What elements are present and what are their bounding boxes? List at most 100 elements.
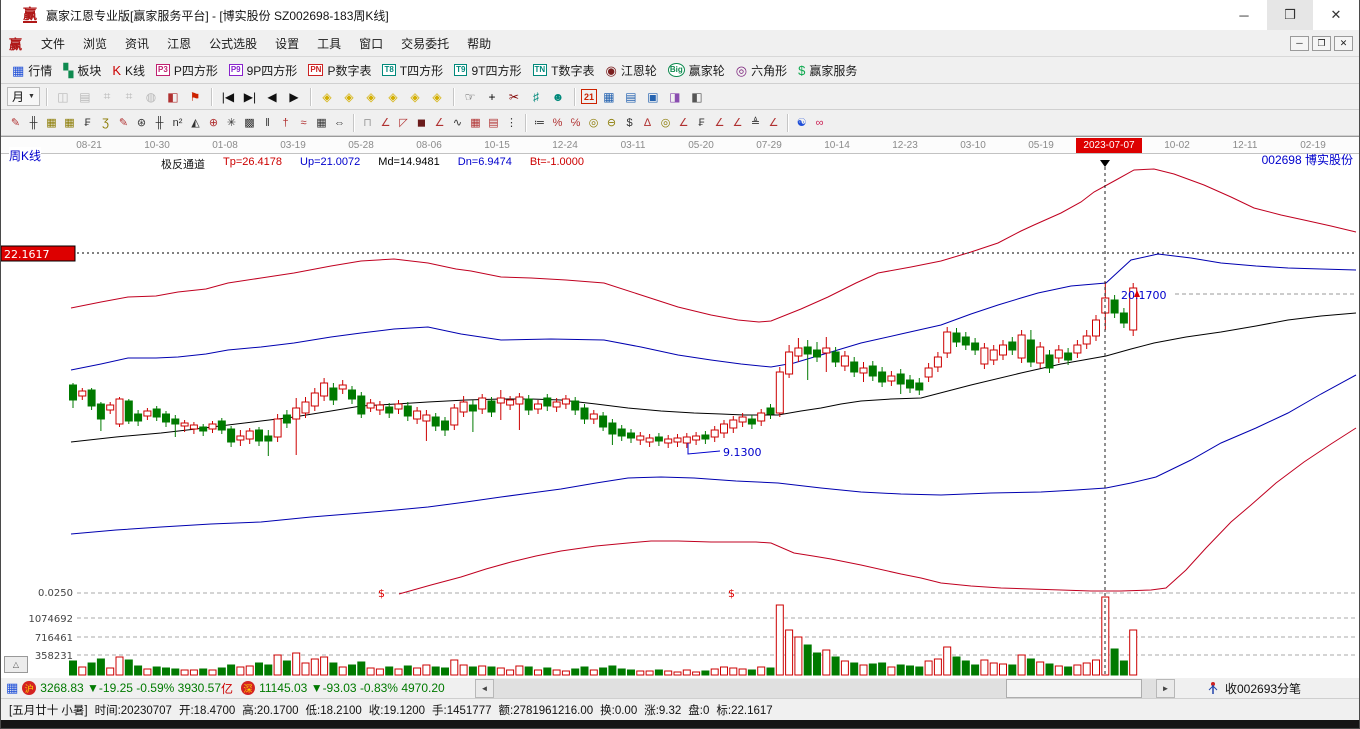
draw-tool-icon[interactable]: ⊓ xyxy=(359,114,376,131)
analysis-icon[interactable]: ◧ xyxy=(163,87,183,106)
hand-tool-icon[interactable]: ☞ xyxy=(460,87,480,106)
notes-icon[interactable]: ▤ xyxy=(621,87,641,106)
draw-tool-icon[interactable]: ℅ xyxy=(567,114,584,131)
draw-tool-icon[interactable]: ▦ xyxy=(313,114,330,131)
close-button[interactable]: ✕ xyxy=(1313,0,1359,30)
print-icon[interactable]: ◧ xyxy=(687,87,707,106)
first-bar-button[interactable]: |◀ xyxy=(218,87,238,106)
toolbar-button-9P四方形[interactable]: P9 9P四方形 xyxy=(224,60,302,81)
toolbar-button-K线[interactable]: K K线 xyxy=(107,60,150,81)
draw-tool-icon[interactable]: ✎ xyxy=(7,114,24,131)
gann-diamond-icon[interactable]: ◈ xyxy=(405,87,425,106)
minimize-button[interactable]: ─ xyxy=(1221,0,1267,30)
menu-交易委托[interactable]: 交易委托 xyxy=(392,32,458,55)
draw-tool-icon[interactable]: ǁ xyxy=(259,114,276,131)
draw-tool-icon[interactable]: ∠ xyxy=(431,114,448,131)
gann-diamond-icon[interactable]: ◈ xyxy=(383,87,403,106)
horizontal-scrollbar[interactable]: ◄ ► xyxy=(475,679,1175,698)
menu-设置[interactable]: 设置 xyxy=(266,32,308,55)
kline-chart-pane[interactable]: 08-21 10-30 01-08 03-19 05-28 08-06 10-15 12-24… xyxy=(1,136,1359,678)
draw-tool-icon[interactable]: ∿ xyxy=(449,114,466,131)
menu-资讯[interactable]: 资讯 xyxy=(116,32,158,55)
maximize-button[interactable]: ❒ xyxy=(1267,0,1313,30)
draw-tool-icon[interactable]: ≈ xyxy=(295,114,312,131)
draw-tool-icon[interactable]: ⊛ xyxy=(133,114,150,131)
grid-tool-icon[interactable]: ♯ xyxy=(526,87,546,106)
toolbar-button-行情[interactable]: ▦ 行情 xyxy=(7,60,57,81)
menu-文件[interactable]: 文件 xyxy=(32,32,74,55)
tick-feed[interactable]: 收002693分笔 xyxy=(1207,678,1301,698)
last-bar-button[interactable]: ▶| xyxy=(240,87,260,106)
draw-tool-icon[interactable]: % xyxy=(549,114,566,131)
crosshair-tool-icon[interactable]: + xyxy=(482,87,502,106)
draw-tool-icon[interactable]: n² xyxy=(169,114,186,131)
quote-grid-icon[interactable]: ▦ xyxy=(6,680,18,696)
gann-diamond-icon[interactable]: ◈ xyxy=(317,87,337,106)
draw-tool-icon[interactable]: ∆ xyxy=(639,114,656,131)
draw-tool-icon[interactable]: ▩ xyxy=(241,114,258,131)
cut-tool-icon[interactable]: ✂ xyxy=(504,87,524,106)
month-period-button[interactable]: 月 ▼ xyxy=(7,87,40,106)
draw-tool-icon[interactable]: ✎ xyxy=(115,114,132,131)
draw-tool-icon[interactable]: ◎ xyxy=(585,114,602,131)
draw-tool-icon[interactable]: ₣ xyxy=(79,114,96,131)
draw-tool-icon[interactable]: ⋮ xyxy=(503,114,520,131)
draw-tool-icon[interactable]: ∠ xyxy=(765,114,782,131)
menu-工具[interactable]: 工具 xyxy=(308,32,350,55)
scroll-right-button[interactable]: ► xyxy=(1156,679,1175,698)
draw-tool-icon[interactable]: Ʒ xyxy=(97,114,114,131)
toolbar-button-赢家轮[interactable]: Big 赢家轮 xyxy=(663,60,730,81)
mdi-restore-button[interactable]: ❐ xyxy=(1312,35,1331,51)
draw-tool-icon[interactable]: $ xyxy=(621,114,638,131)
draw-tool-icon[interactable]: ▦ xyxy=(467,114,484,131)
draw-tool-icon[interactable]: ▦ xyxy=(61,114,78,131)
mail-icon[interactable]: ◨ xyxy=(665,87,685,106)
shanghai-index[interactable]: 沪 3268.83 ▼-19.25 -0.59% 3930.57 亿 xyxy=(22,680,233,697)
draw-tool-icon[interactable]: ∠ xyxy=(377,114,394,131)
draw-tool-icon[interactable]: ✳ xyxy=(223,114,240,131)
draw-tool-icon[interactable]: ╫ xyxy=(151,114,168,131)
draw-tool-icon[interactable]: † xyxy=(277,114,294,131)
menu-浏览[interactable]: 浏览 xyxy=(74,32,116,55)
toolbar-button-赢家服务[interactable]: $ 赢家服务 xyxy=(793,60,862,81)
draw-tool-icon[interactable]: ◸ xyxy=(395,114,412,131)
draw-tool-icon[interactable]: ∠ xyxy=(675,114,692,131)
draw-tool-icon[interactable]: ⊖ xyxy=(603,114,620,131)
gann-diamond-icon[interactable]: ◈ xyxy=(427,87,447,106)
collapse-volume-button[interactable]: △ xyxy=(4,656,28,673)
toolbar-button-T数字表[interactable]: TN T数字表 xyxy=(528,60,600,81)
menu-帮助[interactable]: 帮助 xyxy=(458,32,500,55)
scroll-left-button[interactable]: ◄ xyxy=(475,679,494,698)
toolbar-button-江恩轮[interactable]: ◉ 江恩轮 xyxy=(601,60,662,81)
draw-tool-icon[interactable]: ╫ xyxy=(25,114,42,131)
draw-tool-icon[interactable]: ◎ xyxy=(657,114,674,131)
draw-tool-icon[interactable]: ▤ xyxy=(485,114,502,131)
draw-tool-icon[interactable]: ◭ xyxy=(187,114,204,131)
menu-江恩[interactable]: 江恩 xyxy=(158,32,200,55)
faces-tool-icon[interactable]: ☻ xyxy=(548,87,568,106)
toolbar-button-T四方形[interactable]: T8 T四方形 xyxy=(377,60,448,81)
draw-tool-icon[interactable]: ∠ xyxy=(711,114,728,131)
save-icon[interactable]: ▣ xyxy=(643,87,663,106)
next-bar-button[interactable]: ▶ xyxy=(284,87,304,106)
gann-diamond-icon[interactable]: ◈ xyxy=(361,87,381,106)
draw-tool-icon[interactable]: ⇔ xyxy=(331,114,348,131)
scrollbar-thumb[interactable] xyxy=(1006,679,1142,698)
toolbar-button-9T四方形[interactable]: T9 9T四方形 xyxy=(449,60,526,81)
toolbar-button-板块[interactable]: ▚ 板块 xyxy=(58,60,106,81)
toolbar-button-P数字表[interactable]: PN P数字表 xyxy=(303,60,376,81)
draw-tool-icon[interactable]: ₣ xyxy=(693,114,710,131)
menu-窗口[interactable]: 窗口 xyxy=(350,32,392,55)
toolbar-button-P四方形[interactable]: P3 P四方形 xyxy=(151,60,223,81)
toolbar-button-六角形[interactable]: ◎ 六角形 xyxy=(731,60,792,81)
prev-bar-button[interactable]: ◀ xyxy=(262,87,282,106)
flag-icon[interactable]: ⚑ xyxy=(185,87,205,106)
calculator-icon[interactable]: ▦ xyxy=(599,87,619,106)
draw-tool-icon[interactable]: ⊕ xyxy=(205,114,222,131)
shenzhen-index[interactable]: 深 11145.03 ▼-93.03 -0.83% 4970.20 xyxy=(241,681,445,695)
calendar-icon[interactable]: 21 xyxy=(580,89,597,104)
kline-chart-canvas[interactable]: 22.1617 20.1700 9.1300 $ $0.0250 1074692 71646… xyxy=(1,136,1359,678)
yinyang-icon[interactable]: ☯ xyxy=(793,114,810,131)
draw-tool-icon[interactable]: ◼ xyxy=(413,114,430,131)
mdi-close-button[interactable]: ✕ xyxy=(1334,35,1353,51)
